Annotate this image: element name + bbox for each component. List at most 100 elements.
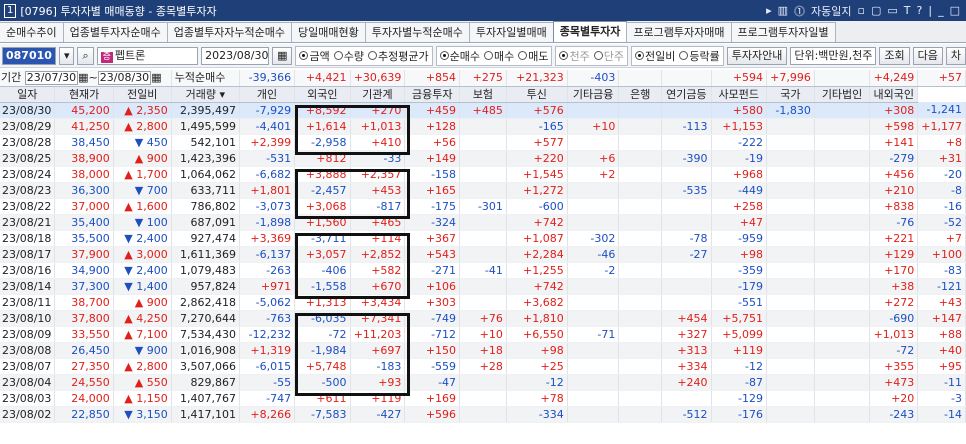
table-row[interactable]: 23/08/04 24,550 ▲ 550 829,867 -55 -500 +93 -47-…: [0, 374, 966, 391]
window-tool-icon[interactable]: ▸: [766, 4, 772, 17]
radio-option[interactable]: 금액: [299, 48, 330, 64]
tab-5[interactable]: 투자자일별매매: [468, 22, 554, 42]
column-header[interactable]: 기타금융: [567, 86, 620, 103]
column-header[interactable]: 국가: [766, 86, 815, 103]
table-row[interactable]: 23/08/17 37,900 ▲ 3,000 1,611,369 -6,137 +3,0…: [0, 246, 966, 263]
window-tool-icon[interactable]: ▥: [778, 4, 788, 17]
table-row[interactable]: 23/08/07 27,350 ▲ 2,800 3,507,066 -6,015 +5,7…: [0, 358, 966, 375]
value-cell: [459, 406, 507, 423]
table-row[interactable]: 23/08/16 34,900 ▼ 2,400 1,079,483 -263 -406 +5…: [0, 262, 966, 279]
window-tool-icon[interactable]: _: [938, 4, 944, 17]
window-tool-icon[interactable]: □: [950, 4, 960, 17]
table-row[interactable]: 23/08/09 33,550 ▲ 7,100 7,534,430 -12,232 -72…: [0, 326, 966, 343]
column-header[interactable]: 전일비: [113, 86, 172, 103]
window-tool-icon[interactable]: ?: [917, 4, 923, 17]
value-cell: -243: [869, 406, 919, 423]
window-tool-icon[interactable]: |: [928, 4, 932, 17]
table-row[interactable]: 23/08/25 38,900 ▲ 900 1,423,396 -531 +812 -33 +…: [0, 150, 966, 167]
tab-4[interactable]: 투자자별누적순매수: [364, 22, 470, 42]
column-header[interactable]: 사모펀드: [711, 86, 767, 103]
column-header[interactable]: 일자: [0, 86, 56, 103]
table-row[interactable]: 23/08/21 35,400 ▼ 100 687,091 -1,898 +1,560 +4…: [0, 214, 966, 231]
volume-cell: 3,507,066: [171, 358, 240, 375]
stock-name-field[interactable]: 증 펩트론: [96, 46, 199, 65]
table-row[interactable]: 23/08/10 37,800 ▲ 4,250 7,270,644 -763 -6,035…: [0, 310, 966, 327]
column-header[interactable]: 보험: [459, 86, 507, 103]
investor-guide-button[interactable]: 투자자안내: [726, 46, 788, 65]
column-header[interactable]: 현재가: [54, 86, 114, 103]
search-icon[interactable]: ⌕: [77, 46, 94, 65]
column-header[interactable]: 투신: [506, 86, 568, 103]
value-cell: -12: [506, 374, 568, 391]
column-header[interactable]: 개인: [239, 86, 296, 103]
tab-0[interactable]: 순매수추이: [0, 22, 64, 42]
radio-option[interactable]: 순매수: [439, 48, 480, 64]
table-row[interactable]: 23/08/24 38,000 ▲ 1,700 1,064,062 -6,682 +3,8…: [0, 166, 966, 183]
next-button[interactable]: 다음: [912, 46, 943, 65]
radio-option[interactable]: 전일비: [634, 48, 675, 64]
window-tool-icon[interactable]: ▢: [871, 4, 881, 17]
radio-option[interactable]: 매수: [483, 48, 514, 64]
tab-8[interactable]: 프로그램투자자일별: [730, 22, 836, 42]
column-header[interactable]: 기타법인: [814, 86, 871, 103]
search-button[interactable]: 조회: [879, 46, 910, 65]
table-row[interactable]: 23/08/02 22,850 ▼ 3,150 1,417,101 +8,266 -7,5…: [0, 406, 966, 423]
period-to-field[interactable]: 23/08/30: [97, 71, 152, 85]
table-row[interactable]: 23/08/18 35,500 ▼ 2,400 927,474 +3,369 -3,711…: [0, 230, 966, 247]
radio-option[interactable]: 매도: [518, 48, 548, 64]
column-header[interactable]: 기관계: [350, 86, 406, 103]
window-tool-icon[interactable]: ▫: [858, 4, 865, 17]
column-header[interactable]: 은행: [618, 86, 663, 103]
period-from-field[interactable]: 23/07/30: [24, 71, 79, 85]
change-cell: ▲ 900: [113, 294, 172, 311]
window-tool-icon[interactable]: ⓵: [794, 3, 805, 19]
radio-option[interactable]: 단주: [593, 48, 624, 64]
tab-6[interactable]: 종목별투자자: [552, 21, 628, 42]
tab-1[interactable]: 업종별투자자순매수: [62, 22, 168, 42]
tab-7[interactable]: 프로그램투자자매매: [626, 22, 732, 42]
code-dropdown-icon[interactable]: ▾: [58, 46, 75, 65]
value-cell: -512: [661, 406, 712, 423]
column-header[interactable]: 내외국인: [869, 86, 919, 103]
value-cell: [459, 166, 507, 183]
chart-button[interactable]: 차: [945, 46, 966, 65]
window-tool-icon[interactable]: 자동일지: [811, 3, 851, 19]
calendar-icon[interactable]: ▦: [272, 46, 293, 65]
column-header[interactable]: 금융투자: [404, 86, 461, 103]
table-row[interactable]: 23/08/29 41,250 ▲ 2,800 1,495,599 -4,401 +1,6…: [0, 118, 966, 135]
radio-label: 추정평균가: [377, 49, 429, 63]
radio-option[interactable]: 천주: [559, 48, 590, 64]
stock-code-field[interactable]: 087010: [2, 46, 56, 65]
period-cell[interactable]: 기간 23/07/30 ▦~ 23/08/30 ▦: [0, 70, 172, 87]
radio-option[interactable]: 추정평균가: [367, 48, 429, 64]
table-row[interactable]: 23/08/14 37,300 ▼ 1,400 957,824 +971 -1,558 +6…: [0, 278, 966, 295]
column-header[interactable]: 외국인: [294, 86, 351, 103]
table-row[interactable]: 23/08/08 26,450 ▼ 900 1,016,908 +1,319 -1,984…: [0, 342, 966, 359]
metric-select[interactable]: 누적순매수: [171, 70, 240, 87]
column-header[interactable]: 연기금등: [661, 86, 712, 103]
radio-option[interactable]: 등락률: [679, 48, 720, 64]
value-cell: [459, 214, 507, 231]
value-cell: -129: [711, 390, 767, 407]
value-cell: -33: [350, 150, 406, 167]
table-row[interactable]: 23/08/23 36,300 ▼ 700 633,711 +1,801 -2,457 +4…: [0, 182, 966, 199]
calendar-icon[interactable]: ▦: [78, 71, 88, 84]
date-field[interactable]: 2023/08/30: [201, 46, 270, 65]
table-row[interactable]: 23/08/22 37,000 ▲ 1,600 786,802 -3,073 +3,068…: [0, 198, 966, 215]
value-cell: [766, 390, 815, 407]
tab-2[interactable]: 업종별투자자누적순매수: [166, 22, 293, 42]
column-header[interactable]: 거래량 ▾: [171, 86, 240, 103]
value-cell: -1,241: [917, 102, 966, 119]
calendar-icon[interactable]: ▦: [151, 71, 161, 84]
table-row[interactable]: 23/08/30 45,200 ▲ 2,350 2,395,497 -7,929 +8,5…: [0, 102, 966, 119]
metric-label: 누적순매수: [174, 71, 226, 85]
window-tool-icon[interactable]: ▭: [887, 4, 897, 17]
window-tool-icon[interactable]: T: [904, 4, 911, 17]
sort-dropdown-icon[interactable]: ▾: [216, 88, 226, 101]
table-row[interactable]: 23/08/11 38,700 ▲ 900 2,862,418 -5,062 +1,313…: [0, 294, 966, 311]
table-row[interactable]: 23/08/28 38,450 ▼ 450 542,101 +2,399 -2,958 +4…: [0, 134, 966, 151]
up-arrow-icon: ▲: [124, 359, 133, 373]
table-row[interactable]: 23/08/03 24,000 ▲ 1,150 1,407,767 -747 +611 +1…: [0, 390, 966, 407]
tab-3[interactable]: 당일매매현황: [291, 22, 366, 42]
radio-option[interactable]: 수량: [333, 48, 364, 64]
